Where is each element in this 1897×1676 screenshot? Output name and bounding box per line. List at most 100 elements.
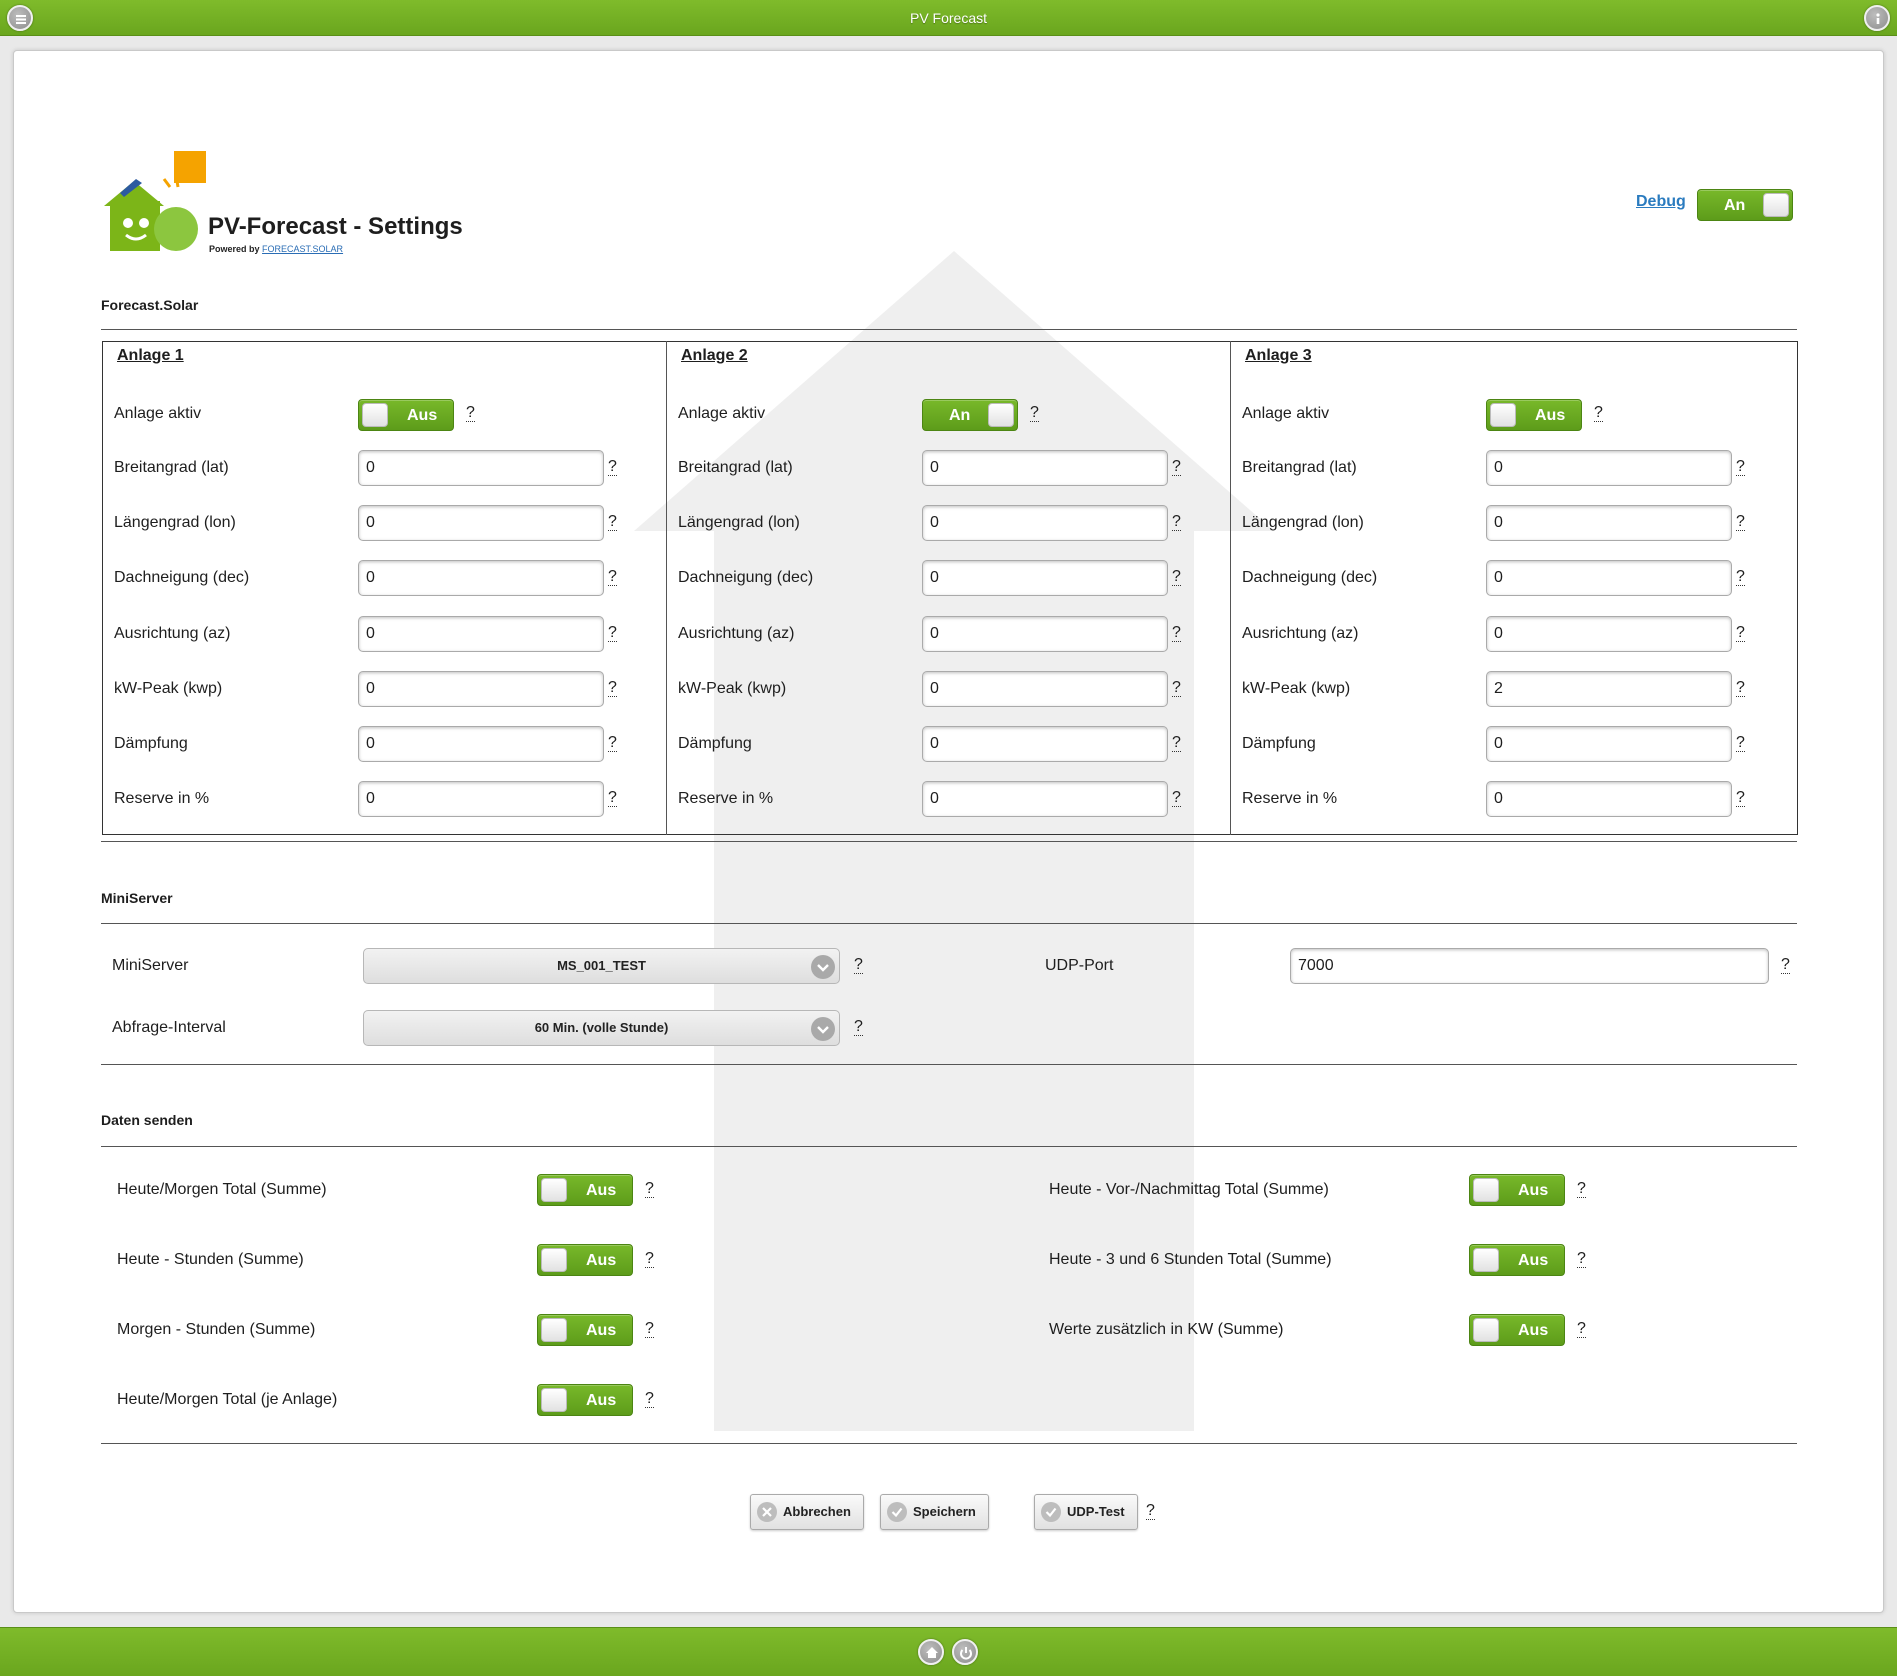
anlage-1-kwp-label: kW-Peak (kwp): [114, 680, 223, 697]
anlage-3-kwp-input[interactable]: [1486, 671, 1732, 707]
anlage-3-reserve-input[interactable]: [1486, 781, 1732, 817]
help-mark[interactable]: ?: [1736, 680, 1745, 697]
help-mark[interactable]: ?: [1146, 1503, 1155, 1520]
anlage-2-active-toggle[interactable]: An: [922, 399, 1018, 431]
anlage-3-active-toggle[interactable]: Aus: [1486, 399, 1582, 431]
powered-by: Powered by FORECAST.SOLAR: [209, 244, 343, 254]
help-mark[interactable]: ?: [1736, 790, 1745, 807]
interval-select[interactable]: 60 Min. (volle Stunde): [363, 1010, 840, 1046]
send-total-per-anlage-toggle[interactable]: Aus: [537, 1384, 633, 1416]
home-button[interactable]: [918, 1639, 944, 1665]
help-mark[interactable]: ?: [466, 405, 475, 422]
anlage-3-lat-label: Breitangrad (lat): [1242, 459, 1357, 476]
close-icon: [757, 1502, 777, 1522]
help-mark[interactable]: ?: [608, 514, 617, 531]
help-mark[interactable]: ?: [1172, 569, 1181, 586]
help-mark[interactable]: ?: [608, 625, 617, 642]
anlage-1-lon-input[interactable]: [358, 505, 604, 541]
anlage-3-lat-input[interactable]: [1486, 450, 1732, 486]
help-mark[interactable]: ?: [1736, 735, 1745, 752]
toggle-knob: [1490, 403, 1516, 427]
help-mark[interactable]: ?: [1172, 680, 1181, 697]
help-mark[interactable]: ?: [1172, 625, 1181, 642]
anlage-3-damping-input[interactable]: [1486, 726, 1732, 762]
anlage-2-damping-input[interactable]: [922, 726, 1168, 762]
anlage-1-kwp-input[interactable]: [358, 671, 604, 707]
help-mark[interactable]: ?: [645, 1391, 654, 1408]
help-mark[interactable]: ?: [608, 459, 617, 476]
info-button[interactable]: [1864, 5, 1890, 31]
window-title: PV Forecast: [909, 10, 988, 26]
anlage-1-lat-input[interactable]: [358, 450, 604, 486]
anlage-2-lon-input[interactable]: [922, 505, 1168, 541]
help-mark[interactable]: ?: [645, 1321, 654, 1338]
help-mark[interactable]: ?: [854, 957, 863, 974]
anlage-1-reserve-input[interactable]: [358, 781, 604, 817]
debug-toggle[interactable]: An: [1697, 189, 1793, 221]
interval-selected-value: 60 Min. (volle Stunde): [534, 1020, 669, 1035]
toggle-knob: [1473, 1178, 1499, 1202]
help-mark[interactable]: ?: [1577, 1181, 1586, 1198]
help-mark[interactable]: ?: [1172, 790, 1181, 807]
anlage-3-dec-input[interactable]: [1486, 560, 1732, 596]
help-mark[interactable]: ?: [1577, 1321, 1586, 1338]
pv-forecast-logo-icon: [104, 151, 206, 251]
anlage-3-title: Anlage 3: [1245, 347, 1312, 364]
anlage-2-kwp-input[interactable]: [922, 671, 1168, 707]
anlage-1-dec-input[interactable]: [358, 560, 604, 596]
bottom-bar: [0, 1627, 1897, 1676]
anlage-1-active-toggle[interactable]: Aus: [358, 399, 454, 431]
toggle-label: Aus: [1518, 1182, 1549, 1199]
anlage-3-lon-input[interactable]: [1486, 505, 1732, 541]
help-mark[interactable]: ?: [1172, 735, 1181, 752]
anlage-1-az-input[interactable]: [358, 616, 604, 652]
power-button[interactable]: [952, 1639, 978, 1665]
anlage-3-az-input[interactable]: [1486, 616, 1732, 652]
miniserver-select[interactable]: MS_001_TEST: [363, 948, 840, 984]
send-today-tomorrow-total-toggle[interactable]: Aus: [537, 1174, 633, 1206]
anlage-2-dec-input[interactable]: [922, 560, 1168, 596]
help-mark[interactable]: ?: [1577, 1251, 1586, 1268]
help-mark[interactable]: ?: [1736, 569, 1745, 586]
help-mark[interactable]: ?: [608, 735, 617, 752]
anlage-2-reserve-label: Reserve in %: [678, 790, 774, 807]
send-am-pm-total-toggle[interactable]: Aus: [1469, 1174, 1565, 1206]
send-today-hours-toggle[interactable]: Aus: [537, 1244, 633, 1276]
anlage-1-damping-input[interactable]: [358, 726, 604, 762]
help-mark[interactable]: ?: [854, 1019, 863, 1036]
help-mark[interactable]: ?: [1172, 459, 1181, 476]
toggle-knob: [1473, 1248, 1499, 1272]
anlage-2-lat-input[interactable]: [922, 450, 1168, 486]
send-3-6-hours-total-toggle[interactable]: Aus: [1469, 1244, 1565, 1276]
section-title-forecast: Forecast.Solar: [101, 297, 199, 313]
forecast-solar-link[interactable]: FORECAST.SOLAR: [262, 244, 343, 254]
help-mark[interactable]: ?: [1736, 625, 1745, 642]
anlage-2-az-input[interactable]: [922, 616, 1168, 652]
udp-port-input[interactable]: [1290, 948, 1769, 984]
anlage-2-reserve-input[interactable]: [922, 781, 1168, 817]
help-mark[interactable]: ?: [1030, 405, 1039, 422]
divider: [101, 1146, 1797, 1147]
help-mark[interactable]: ?: [608, 680, 617, 697]
help-mark[interactable]: ?: [1781, 957, 1790, 974]
help-mark[interactable]: ?: [645, 1181, 654, 1198]
udp-test-button[interactable]: UDP-Test: [1034, 1494, 1138, 1530]
save-button[interactable]: Speichern: [880, 1494, 989, 1530]
anlage-1-lon-label: Längengrad (lon): [114, 514, 236, 531]
debug-link[interactable]: Debug: [1636, 193, 1686, 211]
toggle-label: Aus: [1518, 1322, 1549, 1339]
send-values-kw-toggle[interactable]: Aus: [1469, 1314, 1565, 1346]
cancel-button[interactable]: Abbrechen: [750, 1494, 864, 1530]
help-mark[interactable]: ?: [1172, 514, 1181, 531]
miniserver-label: MiniServer: [112, 957, 189, 974]
help-mark[interactable]: ?: [1736, 459, 1745, 476]
help-mark[interactable]: ?: [1736, 514, 1745, 531]
miniserver-selected-value: MS_001_TEST: [557, 958, 646, 973]
help-mark[interactable]: ?: [608, 790, 617, 807]
help-mark[interactable]: ?: [608, 569, 617, 586]
anlage-2-az-label: Ausrichtung (az): [678, 625, 795, 642]
send-tomorrow-hours-toggle[interactable]: Aus: [537, 1314, 633, 1346]
help-mark[interactable]: ?: [1594, 405, 1603, 422]
toggle-label: Aus: [586, 1252, 617, 1269]
help-mark[interactable]: ?: [645, 1251, 654, 1268]
